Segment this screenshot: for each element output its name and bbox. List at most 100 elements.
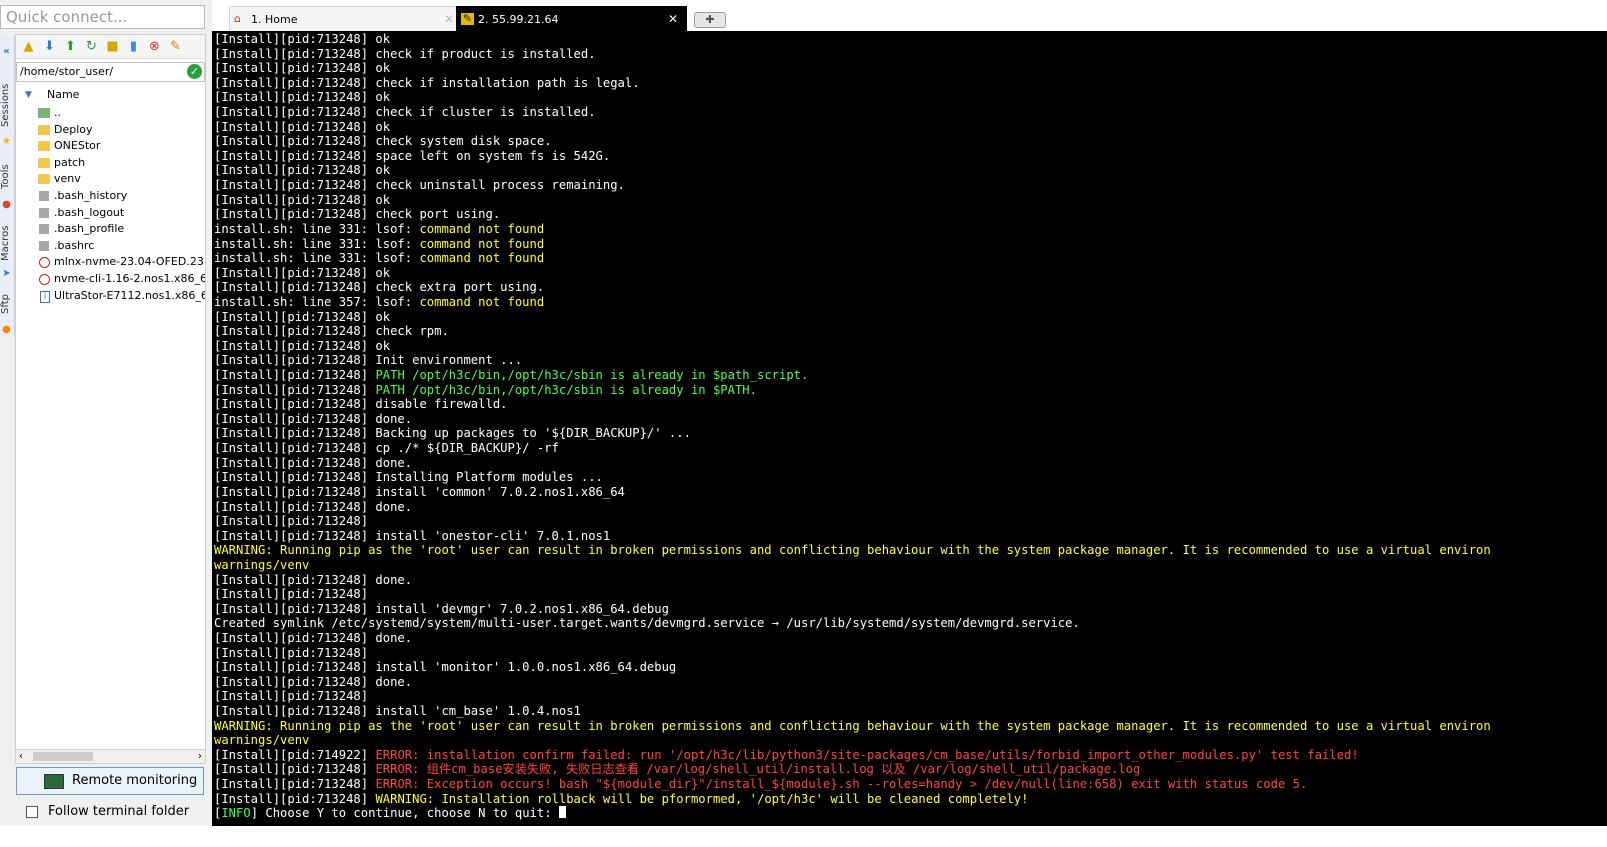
file-list-item[interactable]: .bashrc bbox=[16, 238, 205, 255]
file-list-item[interactable]: mlnx-nvme-23.04-OFED.23.0... bbox=[16, 254, 205, 271]
download-icon[interactable]: ⬇ bbox=[41, 38, 58, 55]
tab-sessions[interactable]: Sessions bbox=[0, 80, 14, 130]
terminal-line: [Install][pid:713248] WARNING: Installat… bbox=[214, 792, 1491, 807]
terminal-line: [Install][pid:713248] install 'cm_base' … bbox=[214, 704, 1491, 719]
terminal-line: [Install][pid:713248] done. bbox=[214, 500, 1491, 515]
tab-macros[interactable]: Macros bbox=[0, 222, 14, 264]
terminal-text: [Install][pid:713248] space left on syst… bbox=[214, 148, 611, 163]
info-file-icon: i bbox=[40, 290, 50, 303]
file-list-item[interactable]: .bash_profile bbox=[16, 221, 205, 238]
refresh-icon[interactable]: ↻ bbox=[83, 38, 100, 55]
new-folder-icon[interactable]: ■ bbox=[104, 38, 121, 55]
checkbox-box[interactable] bbox=[26, 806, 38, 818]
scroll-right-icon[interactable]: › bbox=[198, 750, 202, 763]
file-list-item[interactable]: .bash_history bbox=[16, 188, 205, 205]
terminal-text: [Install][pid:713248] ok bbox=[214, 32, 391, 46]
file-toolbar: ▲ ⬇ ⬆ ↻ ■ ▮ ⊗ ✎ bbox=[16, 35, 205, 59]
terminal-text: [Install][pid:713248] check if product i… bbox=[214, 46, 596, 61]
terminal-line: [Install][pid:713248] check system disk … bbox=[214, 134, 1491, 149]
file-name: venv bbox=[54, 172, 81, 186]
terminal-line: [Install][pid:713248] done. bbox=[214, 412, 1491, 427]
terminal-text: [Install][pid:713248] done. bbox=[214, 674, 413, 689]
file-list-item[interactable]: Deploy bbox=[16, 122, 205, 139]
terminal-line: [Install][pid:713248] space left on syst… bbox=[214, 149, 1491, 164]
tab-ssh-session[interactable]: ✎ 2. 55.99.21.64 ✕ bbox=[456, 6, 687, 31]
quick-connect-input[interactable]: Quick connect... bbox=[0, 5, 205, 29]
remote-path-text: /home/stor_user/ bbox=[20, 65, 114, 78]
terminal-line: [Install][pid:713248] check rpm. bbox=[214, 324, 1491, 339]
path-ok-icon[interactable]: ✓ bbox=[187, 64, 202, 79]
star-icon: ★ bbox=[2, 136, 11, 147]
terminal-text: [Install][pid:713248] bbox=[214, 645, 369, 660]
terminal-line: [Install][pid:713248] install 'onestor-c… bbox=[214, 529, 1491, 544]
sort-arrow-icon: ▼ bbox=[25, 90, 32, 100]
terminal-text: install.sh: line 331: lsof: bbox=[214, 236, 420, 251]
terminal-line: install.sh: line 357: lsof: command not … bbox=[214, 295, 1491, 310]
folder-icon bbox=[38, 174, 50, 185]
folder-icon bbox=[38, 124, 50, 135]
terminal-line: [Install][pid:713248] PATH /opt/h3c/bin,… bbox=[214, 383, 1491, 398]
terminal-text: [Install][pid:713248] ok bbox=[214, 61, 391, 76]
terminal-text: command not found bbox=[419, 251, 545, 266]
terminal-text: [Install][pid:713248] ok bbox=[214, 338, 391, 353]
terminal-text: WARNING: Running pip as the 'root' user … bbox=[214, 543, 1491, 558]
upload-icon[interactable]: ⬆ bbox=[62, 38, 79, 55]
file-name: .bashrc bbox=[54, 238, 95, 252]
file-list-header[interactable]: ▼ Name bbox=[16, 86, 205, 104]
monitor-icon bbox=[44, 774, 64, 789]
follow-terminal-label: Follow terminal folder bbox=[48, 804, 190, 819]
file-list-item[interactable]: i UltraStor-E7112.nos1.x86_64... bbox=[16, 288, 205, 305]
remote-monitoring-button[interactable]: Remote monitoring bbox=[16, 767, 204, 795]
terminal-text: [Install][pid:713248] Init environment .… bbox=[214, 353, 523, 368]
file-icon bbox=[39, 190, 49, 201]
terminal-line: [Install][pid:713248] check if cluster i… bbox=[214, 105, 1491, 120]
bottom-strip bbox=[0, 826, 1607, 847]
scroll-thumb[interactable] bbox=[33, 752, 93, 761]
scroll-left-icon[interactable]: ‹ bbox=[19, 750, 23, 763]
terminal-text: WARNING: Running pip as the 'root' user … bbox=[214, 718, 1491, 733]
new-file-icon[interactable]: ▮ bbox=[125, 38, 142, 55]
terminal[interactable]: [Install][pid:713248] ok [Install][pid:71… bbox=[212, 31, 1607, 826]
macros-icon: ➤ bbox=[2, 268, 11, 279]
parent-folder-icon[interactable]: ▲ bbox=[20, 38, 37, 55]
file-list-item[interactable]: .bash_logout bbox=[16, 205, 205, 222]
terminal-text: [Install][pid:713248] check extra port u… bbox=[214, 280, 545, 295]
terminal-text: [Install][pid:713248] bbox=[214, 777, 376, 792]
file-icon bbox=[39, 240, 49, 251]
tab-home-close-icon[interactable]: ✕ bbox=[444, 7, 454, 32]
file-icon bbox=[39, 224, 49, 235]
tab-home[interactable]: ⌂ 1. Home ✕ bbox=[229, 6, 463, 31]
terminal-text: WARNING: Installation rollback will be p… bbox=[375, 791, 1029, 806]
file-list-hscrollbar[interactable]: ‹ › bbox=[15, 749, 206, 764]
terminal-line: [Install][pid:713248] ok bbox=[214, 90, 1491, 105]
file-list: .. Deploy ONEStor patch venv .bash_history .ba… bbox=[16, 105, 205, 304]
file-list-item[interactable]: .. bbox=[16, 105, 205, 122]
file-name: ONEStor bbox=[54, 139, 101, 153]
file-list-item[interactable]: nvme-cli-1.16-2.nos1.x86_64... bbox=[16, 271, 205, 288]
terminal-text: [Install][pid:713248] done. bbox=[214, 630, 413, 645]
terminal-line: [Install][pid:713248] bbox=[214, 587, 1491, 602]
collapse-icon[interactable]: « bbox=[1, 46, 12, 57]
terminal-line: [Install][pid:713248] ok bbox=[214, 266, 1491, 281]
terminal-text: [Install][pid:713248] bbox=[214, 587, 369, 602]
terminal-text: INFO bbox=[221, 806, 251, 821]
tab-sftp[interactable]: Sftp bbox=[0, 288, 14, 320]
file-list-item[interactable]: ONEStor bbox=[16, 138, 205, 155]
column-name[interactable]: Name bbox=[47, 86, 79, 104]
rpm-file-icon bbox=[39, 273, 50, 285]
remote-path-input[interactable]: /home/stor_user/ ✓ bbox=[16, 62, 205, 82]
file-list-item[interactable]: patch bbox=[16, 155, 205, 172]
terminal-text: PATH /opt/h3c/bin,/opt/h3c/sbin is alrea… bbox=[375, 368, 809, 383]
file-list-item[interactable]: venv bbox=[16, 171, 205, 188]
close-icon[interactable]: ✕ bbox=[668, 7, 678, 32]
delete-icon[interactable]: ⊗ bbox=[146, 38, 163, 55]
new-tab-button[interactable]: ✚ bbox=[694, 12, 726, 28]
terminal-line: [Install][pid:713248] check if product i… bbox=[214, 47, 1491, 62]
terminal-text: [Install][pid:713248] check uninstall pr… bbox=[214, 178, 625, 193]
tab-tools[interactable]: Tools bbox=[0, 158, 14, 196]
terminal-text: command not found bbox=[419, 294, 545, 309]
terminal-line: [Install][pid:713248] ok bbox=[214, 193, 1491, 208]
terminal-line: warnings/venv bbox=[214, 558, 1491, 573]
terminal-output: [Install][pid:713248] ok [Install][pid:71… bbox=[214, 32, 1491, 821]
settings-icon[interactable]: ✎ bbox=[167, 38, 184, 55]
